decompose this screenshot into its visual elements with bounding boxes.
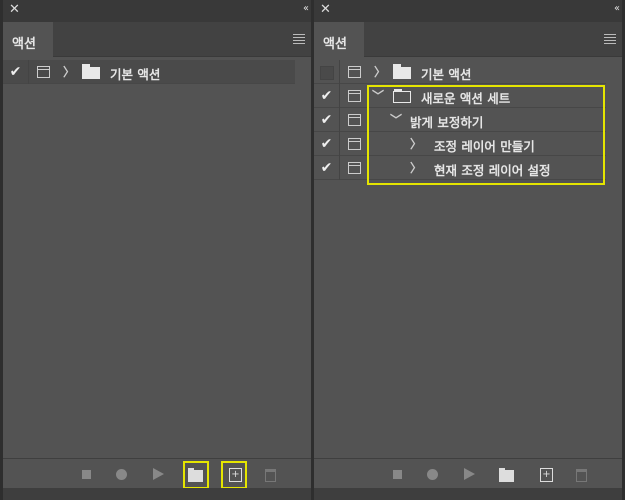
stop-icon[interactable] [82, 470, 91, 479]
panel-titlebar: ✕ ‹‹ [3, 0, 311, 22]
action-set-row[interactable]: 〉 기본 액션 [314, 60, 606, 84]
play-icon[interactable] [464, 468, 475, 480]
record-icon[interactable] [116, 469, 127, 480]
dialog-toggle-icon[interactable] [37, 66, 50, 78]
folder-icon [393, 64, 411, 79]
dialog-toggle-icon[interactable] [348, 162, 361, 174]
highlight-box [221, 461, 247, 489]
checkbox-empty[interactable] [314, 60, 340, 84]
panel-menu-icon[interactable] [604, 34, 616, 44]
expand-icon[interactable]: 〉 [374, 63, 386, 80]
close-icon[interactable]: ✕ [320, 2, 331, 17]
panel-menu-icon[interactable] [293, 34, 305, 44]
trash-icon[interactable] [576, 469, 587, 482]
collapse-icon[interactable]: ‹‹ [614, 3, 620, 14]
folder-icon [82, 64, 100, 79]
new-set-folder-icon[interactable] [499, 468, 514, 482]
dialog-toggle-icon[interactable] [348, 66, 361, 78]
dialog-toggle-icon[interactable] [348, 114, 361, 126]
check-icon[interactable]: ✔ [314, 84, 340, 108]
dialog-toggle-icon[interactable] [348, 138, 361, 150]
resize-bar[interactable] [314, 488, 622, 500]
check-icon[interactable]: ✔ [314, 132, 340, 156]
check-icon[interactable]: ✔ [3, 60, 29, 84]
new-action-icon[interactable]: + [540, 468, 553, 482]
highlight-box [183, 461, 209, 489]
check-icon[interactable]: ✔ [314, 108, 340, 132]
row-label: 기본 액션 [421, 67, 472, 82]
panel-toolbar: + [314, 458, 622, 488]
row-label: 기본 액션 [110, 67, 161, 82]
actions-panel-right: ✕ ‹‹ 액션 〉 기본 액션 ✔ ﹀ 새로운 액션 세트 ✔ ﹀ 밝게 보정하… [314, 0, 622, 500]
check-icon[interactable]: ✔ [314, 156, 340, 180]
collapse-icon[interactable]: ‹‹ [303, 3, 309, 14]
action-set-row[interactable]: ✔ 〉 기본 액션 [3, 60, 295, 84]
dialog-toggle-icon[interactable] [348, 90, 361, 102]
highlight-box [367, 85, 605, 185]
tab-actions[interactable]: 액션 [3, 22, 53, 57]
expand-icon[interactable]: 〉 [63, 63, 75, 80]
panel-toolbar: + [3, 458, 311, 489]
play-icon[interactable] [153, 468, 164, 480]
resize-bar[interactable] [3, 488, 311, 500]
record-icon[interactable] [427, 469, 438, 480]
tab-actions[interactable]: 액션 [314, 22, 364, 57]
trash-icon[interactable] [265, 469, 276, 482]
actions-panel-left: ✕ ‹‹ 액션 ✔ 〉 기본 액션 + [3, 0, 311, 500]
close-icon[interactable]: ✕ [9, 2, 20, 17]
stop-icon[interactable] [393, 470, 402, 479]
